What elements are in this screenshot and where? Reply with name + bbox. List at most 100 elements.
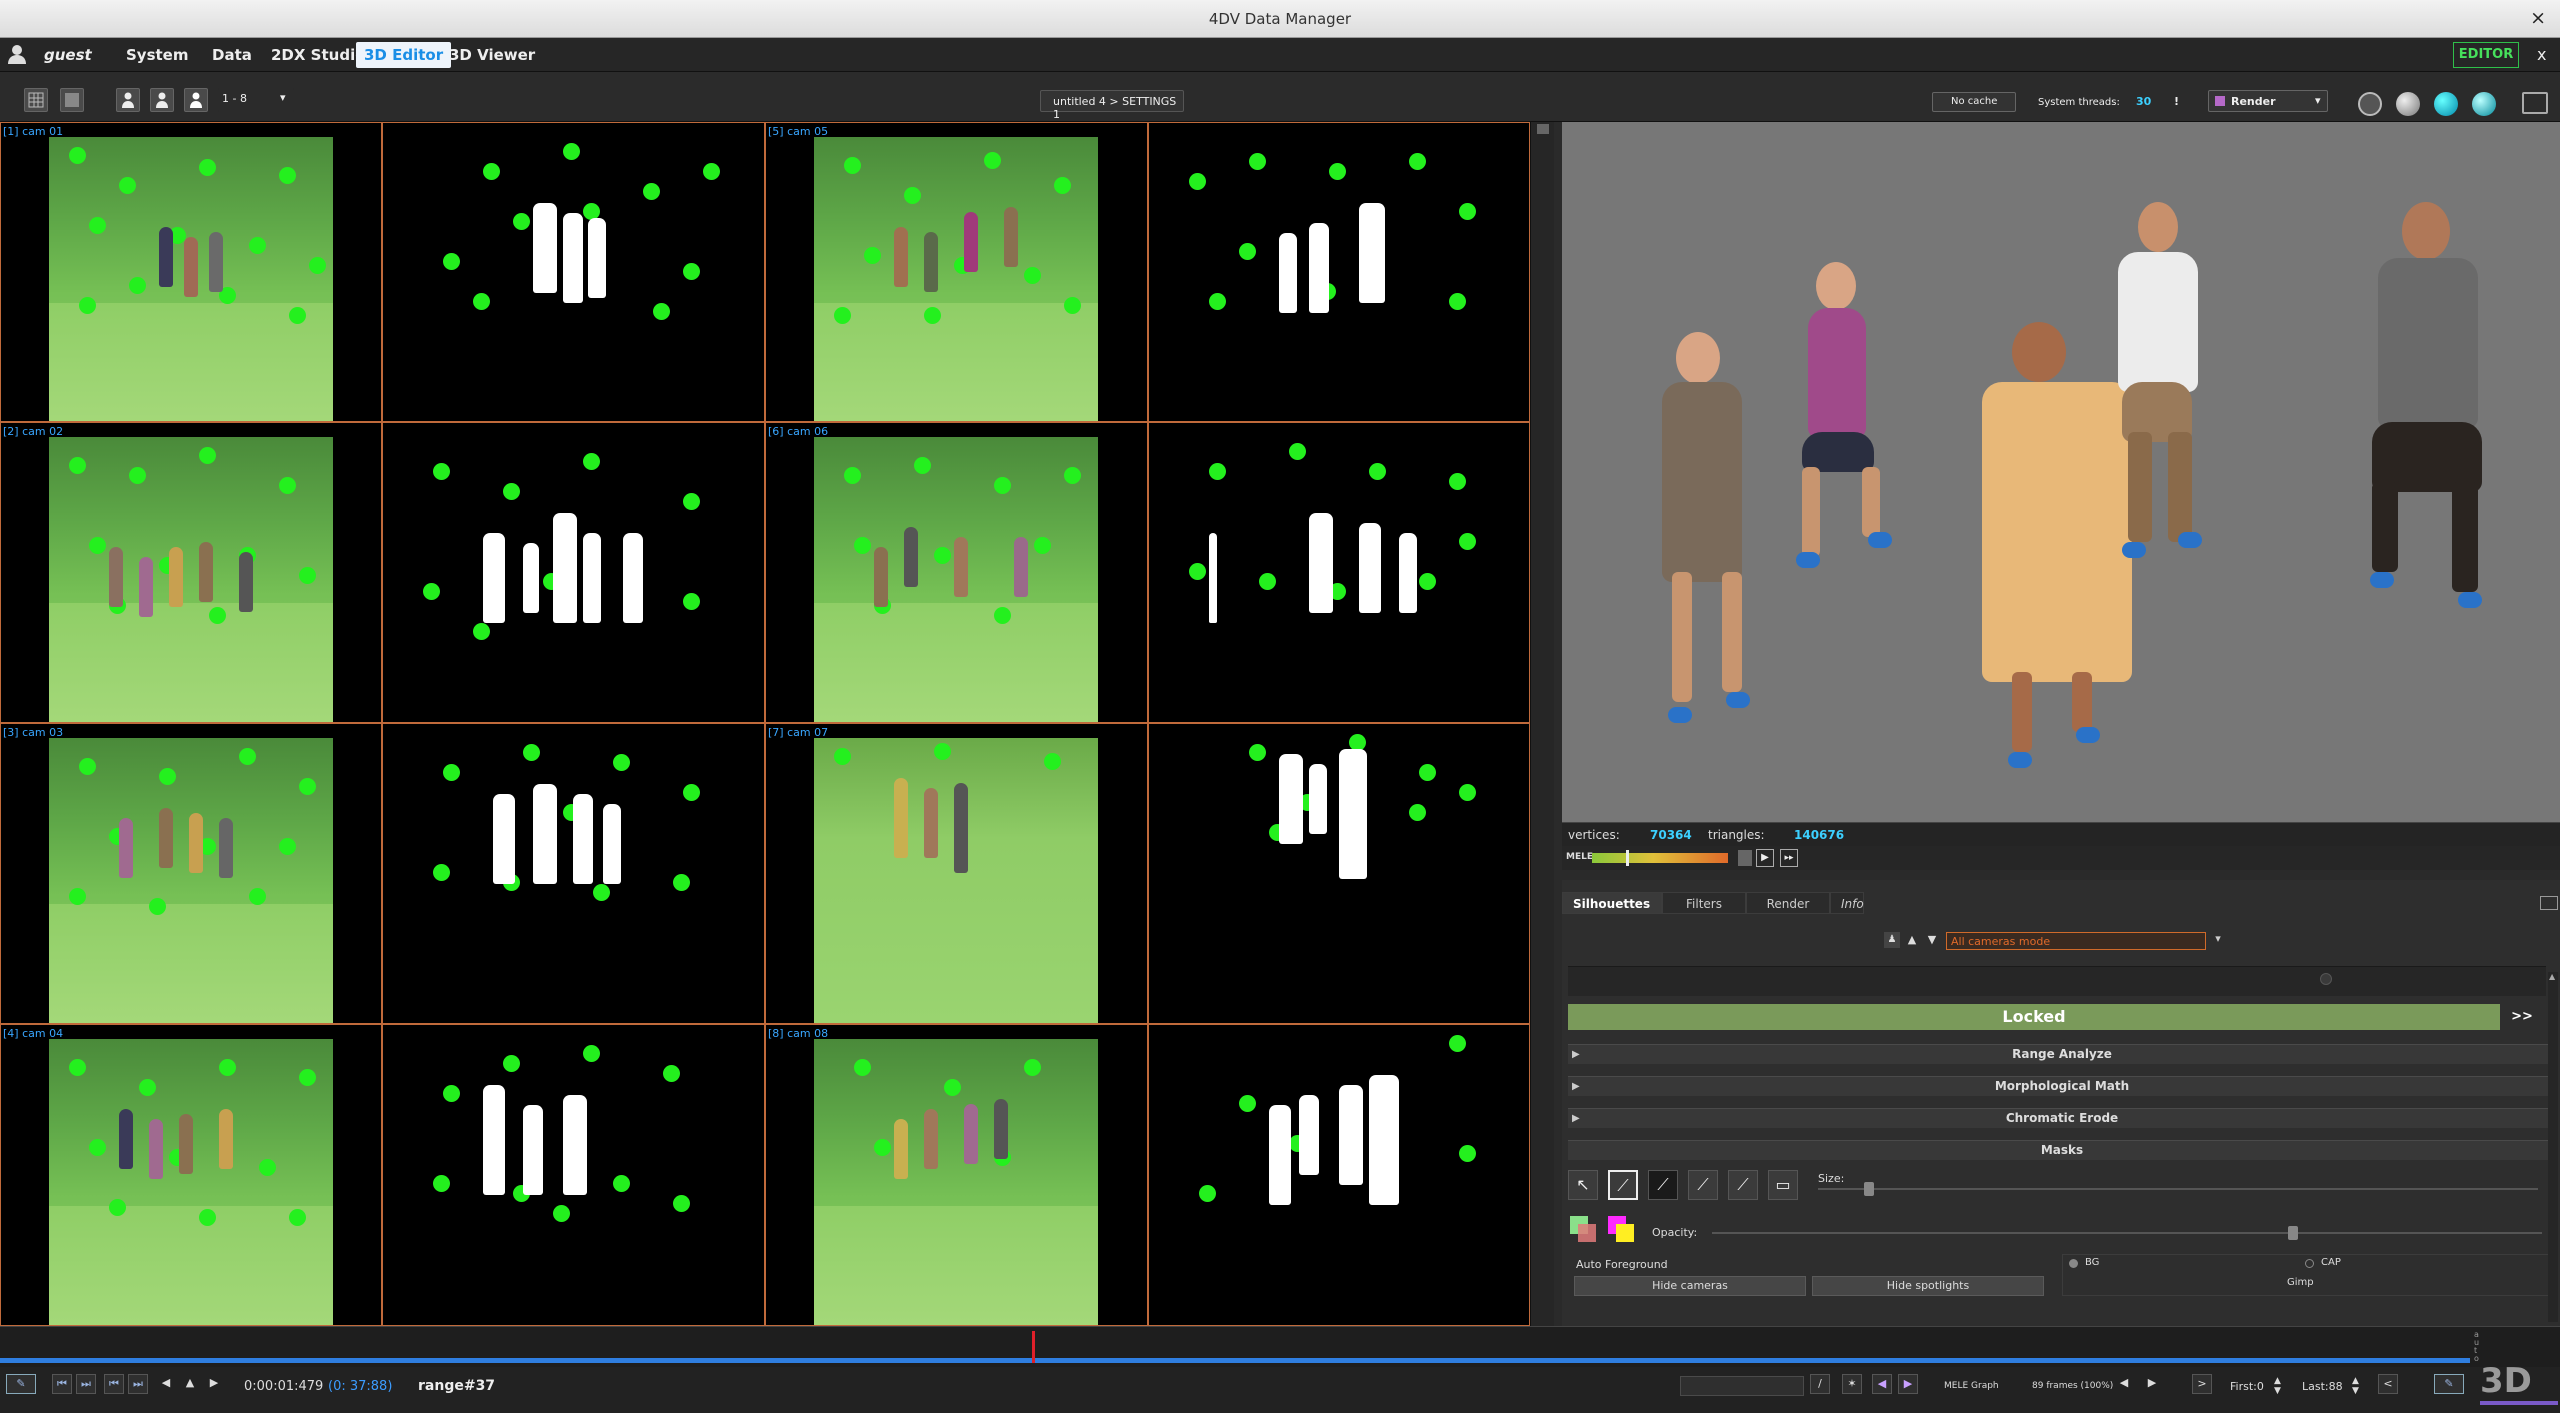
cap-radio[interactable]: [2305, 1259, 2314, 1268]
first-frame-label[interactable]: First:0: [2230, 1380, 2264, 1393]
section-chromatic-erode[interactable]: ▶ Chromatic Erode: [1568, 1108, 2556, 1128]
edit-pencil-icon[interactable]: ✎: [2434, 1374, 2464, 1394]
camera-view[interactable]: [1] cam 01: [0, 122, 382, 422]
camera-view[interactable]: [4] cam 04: [0, 1024, 382, 1326]
frame-end-icon[interactable]: ⏭: [128, 1374, 148, 1394]
tab-silhouettes[interactable]: Silhouettes: [1562, 892, 1662, 914]
last-frame-stepper[interactable]: ▲ ▼: [2352, 1376, 2364, 1396]
single-layout-icon[interactable]: [60, 88, 84, 112]
auto-key-icon[interactable]: ✶: [1842, 1374, 1862, 1394]
silhouette-view[interactable]: [382, 1024, 765, 1326]
expand-button[interactable]: >>: [2508, 1006, 2536, 1028]
camera-view[interactable]: [2] cam 02: [0, 422, 382, 723]
color-swatch[interactable]: [1570, 1216, 1598, 1244]
timeline[interactable]: auto: [0, 1326, 2560, 1367]
pen-icon[interactable]: ⟋: [1688, 1170, 1718, 1200]
camera-view[interactable]: [7] cam 07: [765, 723, 1148, 1024]
tab-info[interactable]: Info: [1830, 892, 1864, 914]
camera-range-select[interactable]: 1 - 8 ▾: [218, 88, 294, 112]
panel-splitter[interactable]: [1530, 122, 1554, 1326]
bg-radio[interactable]: [2069, 1259, 2078, 1268]
mele-step-icon[interactable]: ▸▸: [1780, 849, 1798, 867]
gimp-button[interactable]: Gimp: [2287, 1277, 2314, 1288]
timeline-track[interactable]: [0, 1358, 2470, 1363]
eraser-icon[interactable]: ▭: [1768, 1170, 1798, 1200]
camera-view[interactable]: [8] cam 08: [765, 1024, 1148, 1326]
lit-sphere-icon[interactable]: [2472, 92, 2496, 116]
panel-scrollbar[interactable]: ▲: [2548, 972, 2558, 1322]
wireframe-sphere-icon[interactable]: [2358, 92, 2382, 116]
step-back-icon[interactable]: ◀: [2114, 1374, 2134, 1394]
splitter-handle-icon[interactable]: [1537, 124, 1549, 134]
opacity-slider-handle[interactable]: [2288, 1226, 2298, 1240]
hide-spotlights-button[interactable]: Hide spotlights: [1812, 1276, 2044, 1296]
silhouette-view[interactable]: [1148, 422, 1530, 723]
menu-system[interactable]: System: [126, 46, 188, 64]
section-masks[interactable]: Masks: [1568, 1140, 2556, 1160]
go-forward-icon[interactable]: >: [2192, 1374, 2212, 1394]
screen-icon[interactable]: [2522, 92, 2548, 114]
frame-start-icon[interactable]: ⏮: [104, 1374, 124, 1394]
frame-slider-handle[interactable]: [2320, 973, 2332, 985]
silhouette-view[interactable]: [1148, 723, 1530, 1024]
mele-stop-icon[interactable]: [1738, 850, 1752, 866]
size-slider-handle[interactable]: [1864, 1182, 1874, 1196]
person-view-icon[interactable]: [116, 88, 140, 112]
3d-viewport[interactable]: [1562, 122, 2560, 822]
step-forward-icon[interactable]: ▶: [2142, 1374, 2162, 1394]
graph-label[interactable]: MELE Graph: [1944, 1381, 1999, 1391]
panel-detach-icon[interactable]: [2540, 896, 2558, 910]
camera-view[interactable]: [5] cam 05: [765, 122, 1148, 422]
render-mode-select[interactable]: Render ▾: [2208, 90, 2328, 112]
stop-icon[interactable]: ▲: [180, 1374, 200, 1394]
scroll-up-icon[interactable]: ▲: [2549, 972, 2557, 981]
mele-play-icon[interactable]: ▶: [1756, 849, 1774, 867]
person-silhouette-icon[interactable]: [184, 88, 208, 112]
shaded-sphere-icon[interactable]: [2396, 92, 2420, 116]
person-icon[interactable]: ♟: [1884, 932, 1900, 948]
frame-input[interactable]: [1680, 1376, 1804, 1396]
silhouette-view[interactable]: [1148, 122, 1530, 422]
arrow-up-icon[interactable]: ▲: [1904, 932, 1920, 948]
size-slider[interactable]: [1818, 1188, 2538, 1190]
camera-mode-input[interactable]: All cameras mode: [1946, 932, 2206, 950]
window-close-button[interactable]: ×: [2530, 7, 2546, 29]
go-back-icon[interactable]: <: [2378, 1374, 2398, 1394]
mask-color-swatch[interactable]: [1608, 1216, 1636, 1244]
last-frame-label[interactable]: Last:88: [2302, 1380, 2343, 1393]
silhouette-view[interactable]: [382, 122, 765, 422]
camera-view[interactable]: [6] cam 06: [765, 422, 1148, 723]
mele-marker[interactable]: [1626, 850, 1629, 866]
cache-button[interactable]: No cache: [1932, 92, 2016, 112]
chevron-down-icon[interactable]: ▾: [2210, 932, 2226, 950]
threads-warning-icon[interactable]: !: [2174, 95, 2179, 108]
mele-level-bar[interactable]: [1592, 853, 1728, 863]
silhouette-view[interactable]: [382, 422, 765, 723]
skip-start-icon[interactable]: ⏮: [52, 1374, 72, 1394]
grid-layout-icon[interactable]: [24, 88, 48, 112]
editor-mode-badge[interactable]: EDITOR: [2453, 42, 2519, 68]
pointer-icon[interactable]: ↖: [1568, 1170, 1598, 1200]
arrow-down-icon[interactable]: ▼: [1924, 932, 1940, 948]
next-key-icon[interactable]: ▶: [1898, 1374, 1918, 1394]
menu-3d-editor[interactable]: 3D Editor: [356, 42, 452, 68]
tab-render[interactable]: Render: [1746, 892, 1830, 914]
threads-value[interactable]: 30: [2136, 95, 2151, 108]
timeline-playhead[interactable]: [1032, 1331, 1035, 1363]
section-range-analyze[interactable]: ▶ Range Analyze: [1568, 1044, 2556, 1064]
textured-sphere-icon[interactable]: [2434, 92, 2458, 116]
brush-soft-icon[interactable]: ⟋: [1728, 1170, 1758, 1200]
tab-filters[interactable]: Filters: [1662, 892, 1746, 914]
skip-next-icon[interactable]: ⏭: [76, 1374, 96, 1394]
frame-slider[interactable]: [1568, 966, 2546, 996]
section-morphological-math[interactable]: ▶ Morphological Math: [1568, 1076, 2556, 1096]
menu-3d-viewer[interactable]: 3D Viewer: [449, 46, 535, 64]
brush-icon[interactable]: ⟋: [1608, 1170, 1638, 1200]
menu-2dx-studio[interactable]: 2DX Studio: [271, 46, 366, 64]
menu-data[interactable]: Data: [212, 46, 252, 64]
pen-tool-icon[interactable]: /: [1810, 1374, 1830, 1394]
brush-dark-icon[interactable]: ⟋: [1648, 1170, 1678, 1200]
user-icon[interactable]: [6, 43, 28, 65]
hide-cameras-button[interactable]: Hide cameras: [1574, 1276, 1806, 1296]
camera-view[interactable]: [3] cam 03: [0, 723, 382, 1024]
